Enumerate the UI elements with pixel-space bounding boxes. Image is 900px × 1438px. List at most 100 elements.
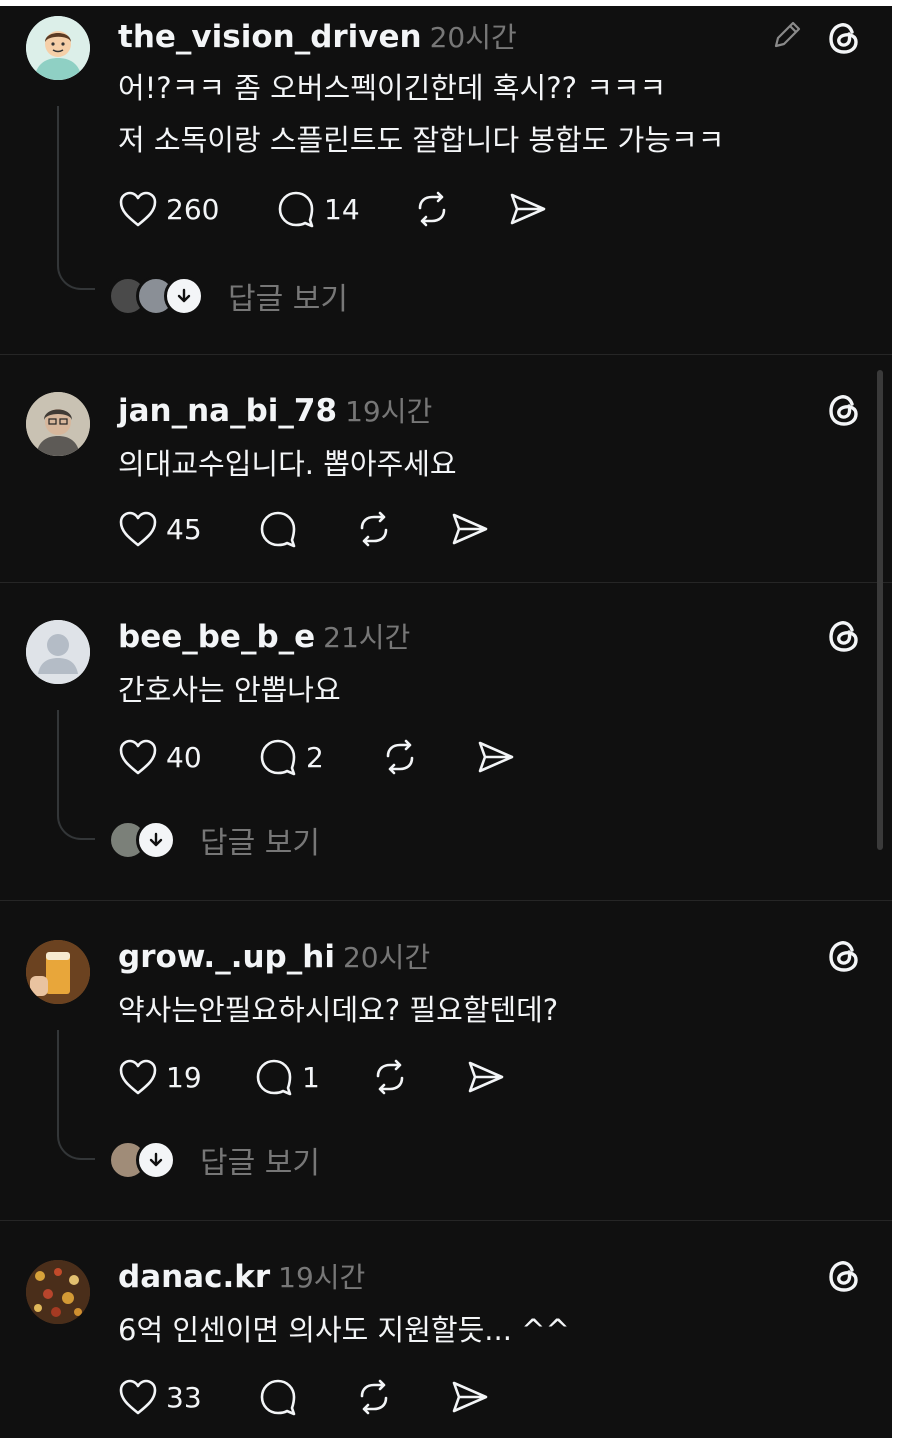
repost-button[interactable]: [354, 510, 394, 548]
share-button[interactable]: [476, 738, 516, 776]
comment-count: 2: [306, 740, 324, 774]
thread-connector-line: [57, 710, 95, 840]
avatar[interactable]: [26, 1260, 90, 1324]
share-button[interactable]: [450, 510, 490, 548]
repost-button[interactable]: [370, 1058, 410, 1096]
threads-logo-icon[interactable]: [824, 936, 864, 976]
like-button[interactable]: 40: [118, 738, 202, 776]
post-line-2: 저 소독이랑 스플린트도 잘합니다 봉합도 가능ㅋㅋ: [118, 123, 725, 157]
comment-icon: [260, 1379, 296, 1416]
like-count: 45: [166, 512, 202, 546]
divider: [0, 582, 892, 583]
comment-icon: [278, 191, 314, 228]
like-button[interactable]: 260: [118, 190, 219, 228]
username-text[interactable]: danac.kr: [118, 1259, 270, 1295]
like-count: 260: [166, 192, 220, 226]
divider: [0, 354, 892, 355]
share-button[interactable]: [508, 190, 548, 228]
comment-icon: [260, 739, 296, 776]
replies-preview[interactable]: 답글 보기: [108, 274, 348, 318]
like-button[interactable]: 33: [118, 1378, 202, 1416]
username[interactable]: bee_be_b_e 21시간: [118, 616, 410, 656]
view-replies-link[interactable]: 답글 보기: [200, 1138, 320, 1182]
comment-count: 14: [324, 192, 360, 226]
post-line-1: 어!?ㅋㅋ 좀 오버스펙이긴한데 혹시?? ㅋㅋㅋ: [118, 71, 667, 105]
arrow-down-icon[interactable]: [136, 820, 176, 860]
heart-icon: [119, 191, 157, 227]
comment-button[interactable]: 1: [254, 1058, 320, 1096]
comment-button[interactable]: [258, 1378, 298, 1416]
username[interactable]: jan_na_bi_78 19시간: [118, 390, 432, 430]
username-text[interactable]: the_vision_driven: [118, 19, 422, 55]
heart-icon: [119, 1059, 157, 1095]
repost-button[interactable]: [412, 190, 452, 228]
repost-icon: [418, 191, 446, 227]
arrow-down-icon[interactable]: [164, 276, 204, 316]
post-line-1: 약사는안필요하시데요? 필요할텐데?: [118, 993, 559, 1027]
avatar[interactable]: [26, 16, 90, 80]
default-avatar-icon: [26, 620, 90, 684]
comment-icon: [256, 1059, 292, 1096]
share-button[interactable]: [450, 1378, 490, 1416]
avatar[interactable]: [26, 392, 90, 456]
replies-preview[interactable]: 답글 보기: [108, 818, 320, 862]
repost-icon: [386, 739, 414, 775]
post-time: 20시간: [429, 21, 517, 54]
heart-icon: [119, 739, 157, 775]
view-replies-link[interactable]: 답글 보기: [228, 274, 348, 318]
comment-button[interactable]: 2: [258, 738, 324, 776]
username[interactable]: grow._.up_hi 20시간: [118, 936, 430, 976]
repost-icon: [360, 1379, 388, 1415]
username[interactable]: the_vision_driven 20시간: [118, 16, 517, 56]
edit-pencil-icon[interactable]: [770, 18, 804, 52]
repost-icon: [360, 511, 388, 547]
username-text[interactable]: bee_be_b_e: [118, 619, 315, 655]
send-icon: [452, 513, 488, 545]
thread-connector-line: [57, 106, 95, 290]
doctor-avatar-icon: [26, 16, 90, 80]
like-count: 33: [166, 1380, 202, 1414]
repost-button[interactable]: [380, 738, 420, 776]
threads-logo-icon[interactable]: [824, 390, 864, 430]
post-time: 19시간: [345, 395, 433, 428]
comment-button[interactable]: 14: [276, 190, 360, 228]
comment-icon: [260, 511, 296, 548]
comment-count: 1: [302, 1060, 320, 1094]
post-time: 20시간: [342, 941, 431, 974]
username-text[interactable]: jan_na_bi_78: [118, 393, 337, 429]
threads-logo-icon[interactable]: [824, 616, 864, 656]
beer-photo-avatar-icon: [26, 940, 90, 1004]
threads-comment-list: the_vision_driven 20시간 어!?ㅋㅋ 좀 오버스펙이긴한데 혹…: [0, 6, 892, 1438]
like-button[interactable]: 19: [118, 1058, 202, 1096]
pattern-avatar-icon: [26, 1260, 90, 1324]
share-button[interactable]: [466, 1058, 506, 1096]
threads-logo-icon[interactable]: [824, 1256, 864, 1296]
thread-connector-line: [57, 1030, 95, 1160]
repost-icon: [376, 1059, 404, 1095]
repost-button[interactable]: [354, 1378, 394, 1416]
avatar[interactable]: [26, 940, 90, 1004]
send-icon: [510, 193, 546, 225]
photo-avatar-icon: [26, 392, 90, 456]
avatar[interactable]: [26, 620, 90, 684]
view-replies-link[interactable]: 답글 보기: [200, 818, 320, 862]
username[interactable]: danac.kr 19시간: [118, 1256, 365, 1296]
like-button[interactable]: 45: [118, 510, 202, 548]
divider: [0, 1220, 892, 1221]
username-text[interactable]: grow._.up_hi: [118, 939, 335, 975]
scrollbar[interactable]: [877, 370, 883, 850]
send-icon: [452, 1381, 488, 1413]
post-time: 19시간: [278, 1261, 366, 1294]
comment-button[interactable]: [258, 510, 298, 548]
threads-logo-icon[interactable]: [824, 18, 864, 58]
arrow-down-icon[interactable]: [136, 1140, 176, 1180]
heart-icon: [119, 1379, 157, 1415]
like-count: 40: [166, 740, 202, 774]
heart-icon: [119, 511, 157, 547]
send-icon: [478, 741, 514, 773]
divider: [0, 900, 892, 901]
replies-preview[interactable]: 답글 보기: [108, 1138, 320, 1182]
send-icon: [468, 1061, 504, 1093]
post-line-1: 의대교수입니다. 뽑아주세요: [118, 447, 457, 481]
post-line-1: 간호사는 안뽑나요: [118, 673, 341, 707]
